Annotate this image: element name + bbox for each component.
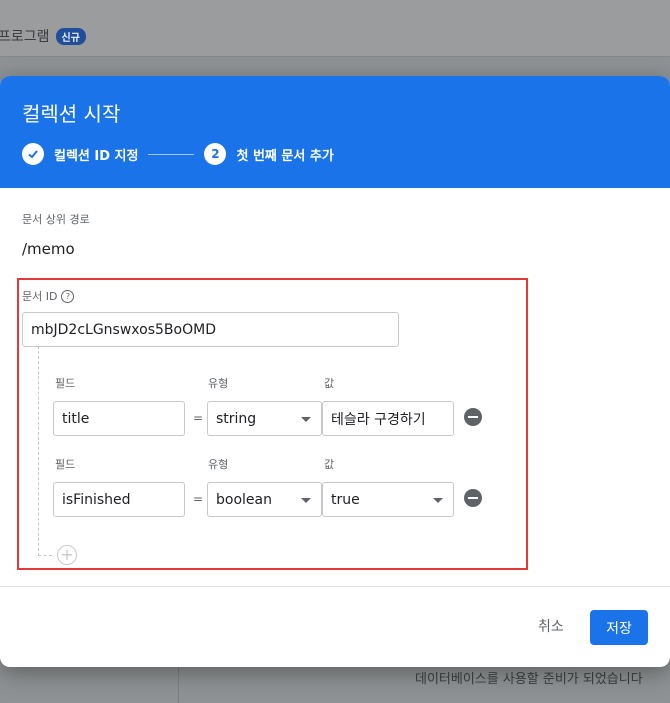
row1-value-input[interactable]: 테슬라 구경하기 <box>322 401 454 436</box>
tree-connector-end <box>38 555 52 556</box>
cancel-button[interactable]: 취소 <box>528 610 574 642</box>
parent-path-value: /memo <box>22 240 75 258</box>
background-footer-text: 데이터베이스를 사용할 준비가 되었습니다 <box>415 672 643 687</box>
row2-field-label: 필드 <box>55 458 76 471</box>
row1-equals: = <box>193 411 204 425</box>
dialog-header <box>0 76 670 188</box>
background-breadcrumb-label: 프로그램 <box>0 29 50 45</box>
step-2-label: 첫 번째 문서 추가 <box>236 148 334 164</box>
step-1-check-icon <box>22 143 44 165</box>
add-field-icon[interactable]: + <box>57 545 77 565</box>
row2-equals: = <box>193 492 204 506</box>
chevron-down-icon <box>301 497 311 503</box>
step-2-number: 2 <box>204 143 227 165</box>
new-badge: 신규 <box>55 27 86 45</box>
row2-type-label: 유형 <box>208 458 229 471</box>
doc-id-input[interactable]: mbJD2cLGnswxos5BoOMD <box>22 312 399 347</box>
row2-type-value: boolean <box>216 491 272 508</box>
doc-id-label: 문서 ID ? <box>22 288 75 304</box>
row2-value-label: 값 <box>324 458 335 471</box>
tree-connector <box>38 346 39 556</box>
row1-remove-icon[interactable] <box>464 408 482 426</box>
row1-field-input[interactable]: title <box>53 401 185 436</box>
row2-field-input[interactable]: isFinished <box>53 482 185 517</box>
background-header <box>0 0 670 57</box>
footer-divider <box>0 586 670 587</box>
step-connector <box>148 153 195 155</box>
parent-path-label: 문서 상위 경로 <box>22 213 90 226</box>
row1-type-value: string <box>216 410 257 427</box>
row2-remove-icon[interactable] <box>464 489 482 507</box>
row2-value-select[interactable]: true <box>322 482 454 517</box>
dialog-title: 컬렉션 시작 <box>22 102 121 126</box>
doc-id-label-text: 문서 ID <box>22 290 58 303</box>
row1-type-select[interactable]: string <box>207 401 322 436</box>
start-collection-dialog: 컬렉션 시작 컬렉션 ID 지정 2 첫 번째 문서 추가 문서 상위 경로 /… <box>0 76 670 667</box>
row2-type-select[interactable]: boolean <box>207 482 322 517</box>
row1-type-label: 유형 <box>208 377 229 390</box>
step-1-label: 컬렉션 ID 지정 <box>54 148 139 164</box>
save-button[interactable]: 저장 <box>590 610 648 645</box>
help-icon[interactable]: ? <box>61 289 75 303</box>
chevron-down-icon <box>433 497 443 503</box>
background-breadcrumb: 프로그램 신규 <box>0 26 86 46</box>
row2-value: true <box>331 491 360 508</box>
row1-field-label: 필드 <box>55 377 76 390</box>
stepper: 컬렉션 ID 지정 2 첫 번째 문서 추가 <box>22 142 334 166</box>
row1-value-label: 값 <box>324 377 335 390</box>
chevron-down-icon <box>301 416 311 422</box>
